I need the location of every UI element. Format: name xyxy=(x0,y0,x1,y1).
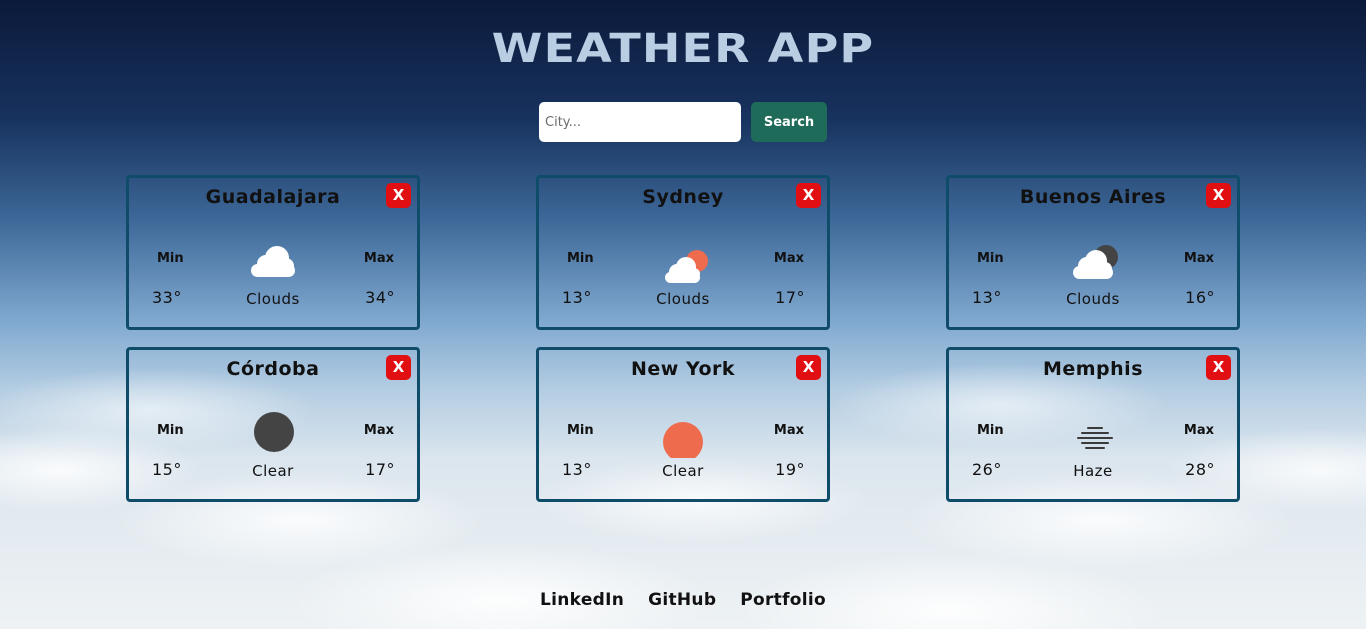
card-city-name: Sydney xyxy=(642,186,724,208)
city-search-input[interactable] xyxy=(539,102,741,142)
weather-card-new-york: New York X Min Max 13° Clear 19° xyxy=(536,347,830,502)
min-label: Min xyxy=(567,251,594,266)
min-label: Min xyxy=(157,251,184,266)
remove-card-button[interactable]: X xyxy=(796,355,821,380)
remove-card-button[interactable]: X xyxy=(796,183,821,208)
github-link[interactable]: GitHub xyxy=(648,590,716,610)
max-label: Max xyxy=(1183,251,1214,266)
max-label: Max xyxy=(363,251,394,266)
max-temp: 28° xyxy=(1185,460,1215,479)
weather-card-sydney: Sydney X Min Max 13° Clouds 17° xyxy=(536,175,830,330)
card-city-name: Buenos Aires xyxy=(1019,186,1167,208)
min-label: Min xyxy=(567,423,594,438)
card-city-name: New York xyxy=(630,358,736,380)
linkedin-link[interactable]: LinkedIn xyxy=(540,590,624,610)
app-title: WEATHER APP xyxy=(491,26,875,72)
max-temp: 19° xyxy=(775,460,805,479)
min-label: Min xyxy=(977,251,1004,266)
haze-icon xyxy=(1077,427,1113,449)
portfolio-link[interactable]: Portfolio xyxy=(740,590,826,610)
max-temp: 17° xyxy=(775,288,805,307)
card-city-name: Guadalajara xyxy=(205,186,341,208)
max-label: Max xyxy=(1183,423,1214,438)
cloud-sun-icon xyxy=(665,250,708,283)
max-temp: 17° xyxy=(365,460,395,479)
sun-icon xyxy=(663,422,703,458)
card-city-name: Córdoba xyxy=(226,358,320,380)
remove-card-button[interactable]: X xyxy=(386,183,411,208)
weather-card-cordoba: Córdoba X Min Max 15° Clear 17° xyxy=(126,347,420,502)
footer-links: LinkedIn GitHub Portfolio xyxy=(0,590,1366,610)
remove-card-button[interactable]: X xyxy=(1206,355,1231,380)
max-label: Max xyxy=(363,423,394,438)
cloud-moon-icon xyxy=(1073,245,1118,279)
search-button[interactable]: Search xyxy=(751,102,827,142)
weather-card-memphis: Memphis X Min Max 26° Haze 28° xyxy=(946,347,1240,502)
min-label: Min xyxy=(977,423,1004,438)
max-temp: 16° xyxy=(1185,288,1215,307)
cloud-icon xyxy=(251,246,295,277)
max-label: Max xyxy=(773,251,804,266)
max-label: Max xyxy=(773,423,804,438)
weather-card-guadalajara: Guadalajara X Min Max 33° Clouds 34° xyxy=(126,175,420,330)
weather-card-buenos-aires: Buenos Aires X Min Max 13° Clouds 16° xyxy=(946,175,1240,330)
moon-icon xyxy=(254,412,294,452)
max-temp: 34° xyxy=(365,288,395,307)
remove-card-button[interactable]: X xyxy=(1206,183,1231,208)
min-label: Min xyxy=(157,423,184,438)
remove-card-button[interactable]: X xyxy=(386,355,411,380)
card-city-name: Memphis xyxy=(1042,358,1144,380)
